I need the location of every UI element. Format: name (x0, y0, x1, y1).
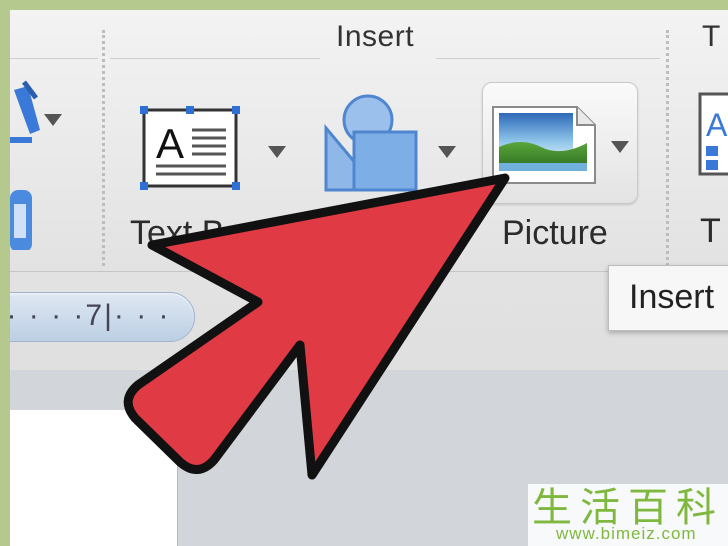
pointer-arrow-icon (123, 173, 510, 480)
watermark-url: www.bimeiz.com (556, 524, 697, 543)
watermark: 生活百科 www.bimeiz.com (528, 484, 728, 546)
